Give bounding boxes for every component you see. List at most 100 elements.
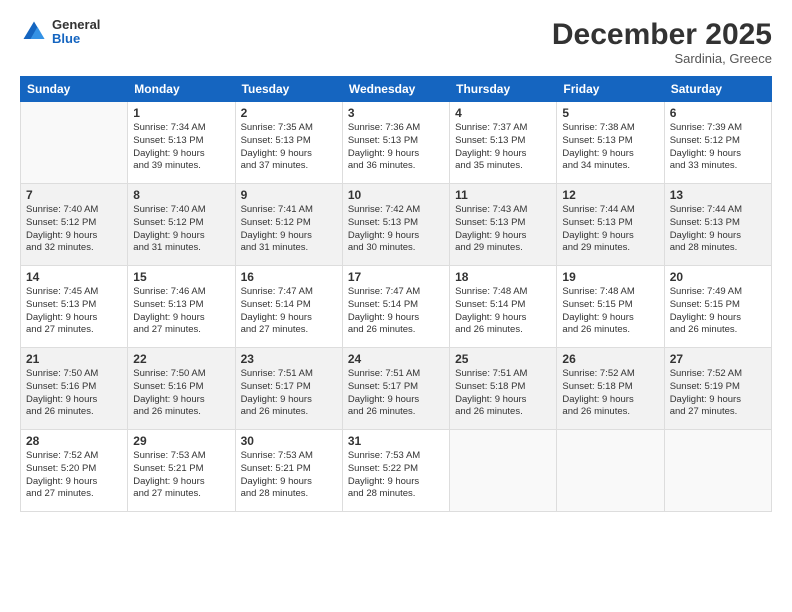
calendar-cell: 23 Sunrise: 7:51 AM Sunset: 5:17 PM Dayli… (235, 348, 342, 430)
day-info: Sunrise: 7:38 AM Sunset: 5:13 PM Dayligh… (562, 122, 658, 173)
day-number: 4 (455, 106, 551, 120)
calendar-week-5: 28 Sunrise: 7:52 AM Sunset: 5:20 PM Dayli… (21, 430, 772, 512)
day-info: Sunrise: 7:49 AM Sunset: 5:15 PM Dayligh… (670, 286, 766, 337)
day-info: Sunrise: 7:51 AM Sunset: 5:17 PM Dayligh… (348, 368, 444, 419)
calendar-cell (21, 102, 128, 184)
calendar-cell: 26 Sunrise: 7:52 AM Sunset: 5:18 PM Dayli… (557, 348, 664, 430)
calendar-cell: 5Sunrise: 7:38 AM Sunset: 5:13 PM Daylig… (557, 102, 664, 184)
column-header-thursday: Thursday (450, 77, 557, 102)
calendar-table: SundayMondayTuesdayWednesdayThursdayFrid… (20, 76, 772, 512)
calendar-cell: 25 Sunrise: 7:51 AM Sunset: 5:18 PM Dayli… (450, 348, 557, 430)
day-info: Sunrise: 7:36 AM Sunset: 5:13 PM Dayligh… (348, 122, 444, 173)
day-number: 18 (455, 270, 551, 284)
day-info: Sunrise: 7:53 AM Sunset: 5:21 PM Dayligh… (241, 450, 337, 501)
logo-blue-text: Blue (52, 32, 100, 46)
day-number: 10 (348, 188, 444, 202)
logo-text: General Blue (52, 18, 100, 47)
calendar-cell: 20 Sunrise: 7:49 AM Sunset: 5:15 PM Dayli… (664, 266, 771, 348)
day-number: 9 (241, 188, 337, 202)
column-header-wednesday: Wednesday (342, 77, 449, 102)
column-header-tuesday: Tuesday (235, 77, 342, 102)
day-number: 21 (26, 352, 122, 366)
day-number: 25 (455, 352, 551, 366)
month-title: December 2025 (552, 18, 772, 51)
location-subtitle: Sardinia, Greece (552, 51, 772, 66)
day-number: 28 (26, 434, 122, 448)
day-info: Sunrise: 7:50 AM Sunset: 5:16 PM Dayligh… (133, 368, 229, 419)
day-info: Sunrise: 7:52 AM Sunset: 5:18 PM Dayligh… (562, 368, 658, 419)
day-info: Sunrise: 7:40 AM Sunset: 5:12 PM Dayligh… (26, 204, 122, 255)
column-header-sunday: Sunday (21, 77, 128, 102)
day-number: 24 (348, 352, 444, 366)
calendar-cell: 13Sunrise: 7:44 AM Sunset: 5:13 PM Dayli… (664, 184, 771, 266)
day-info: Sunrise: 7:53 AM Sunset: 5:22 PM Dayligh… (348, 450, 444, 501)
day-number: 17 (348, 270, 444, 284)
day-number: 16 (241, 270, 337, 284)
day-info: Sunrise: 7:46 AM Sunset: 5:13 PM Dayligh… (133, 286, 229, 337)
day-number: 14 (26, 270, 122, 284)
calendar-cell: 29 Sunrise: 7:53 AM Sunset: 5:21 PM Dayli… (128, 430, 235, 512)
day-info: Sunrise: 7:37 AM Sunset: 5:13 PM Dayligh… (455, 122, 551, 173)
calendar-cell: 14Sunrise: 7:45 AM Sunset: 5:13 PM Dayli… (21, 266, 128, 348)
calendar-week-3: 14Sunrise: 7:45 AM Sunset: 5:13 PM Dayli… (21, 266, 772, 348)
calendar-cell: 18 Sunrise: 7:48 AM Sunset: 5:14 PM Dayli… (450, 266, 557, 348)
day-number: 26 (562, 352, 658, 366)
logo-icon (20, 18, 48, 46)
calendar-cell: 7 Sunrise: 7:40 AM Sunset: 5:12 PM Daylig… (21, 184, 128, 266)
day-number: 20 (670, 270, 766, 284)
day-info: Sunrise: 7:53 AM Sunset: 5:21 PM Dayligh… (133, 450, 229, 501)
day-number: 31 (348, 434, 444, 448)
calendar-week-4: 21 Sunrise: 7:50 AM Sunset: 5:16 PM Dayli… (21, 348, 772, 430)
calendar-cell: 28 Sunrise: 7:52 AM Sunset: 5:20 PM Dayli… (21, 430, 128, 512)
day-number: 30 (241, 434, 337, 448)
day-info: Sunrise: 7:52 AM Sunset: 5:20 PM Dayligh… (26, 450, 122, 501)
day-number: 27 (670, 352, 766, 366)
calendar-cell: 31 Sunrise: 7:53 AM Sunset: 5:22 PM Dayli… (342, 430, 449, 512)
calendar-cell: 16 Sunrise: 7:47 AM Sunset: 5:14 PM Dayli… (235, 266, 342, 348)
column-header-friday: Friday (557, 77, 664, 102)
calendar-cell: 11 Sunrise: 7:43 AM Sunset: 5:13 PM Dayli… (450, 184, 557, 266)
header: General Blue December 2025 Sardinia, Gre… (20, 18, 772, 66)
calendar-cell: 9Sunrise: 7:41 AM Sunset: 5:12 PM Daylig… (235, 184, 342, 266)
day-number: 7 (26, 188, 122, 202)
day-number: 15 (133, 270, 229, 284)
day-number: 29 (133, 434, 229, 448)
calendar-cell: 17 Sunrise: 7:47 AM Sunset: 5:14 PM Dayli… (342, 266, 449, 348)
calendar-week-2: 7 Sunrise: 7:40 AM Sunset: 5:12 PM Daylig… (21, 184, 772, 266)
day-info: Sunrise: 7:39 AM Sunset: 5:12 PM Dayligh… (670, 122, 766, 173)
calendar-cell: 15 Sunrise: 7:46 AM Sunset: 5:13 PM Dayli… (128, 266, 235, 348)
day-number: 13 (670, 188, 766, 202)
calendar-cell: 2Sunrise: 7:35 AM Sunset: 5:13 PM Daylig… (235, 102, 342, 184)
day-number: 23 (241, 352, 337, 366)
calendar-cell: 12Sunrise: 7:44 AM Sunset: 5:13 PM Dayli… (557, 184, 664, 266)
column-header-saturday: Saturday (664, 77, 771, 102)
day-info: Sunrise: 7:51 AM Sunset: 5:17 PM Dayligh… (241, 368, 337, 419)
calendar-cell (664, 430, 771, 512)
day-number: 11 (455, 188, 551, 202)
calendar-cell: 19Sunrise: 7:48 AM Sunset: 5:15 PM Dayli… (557, 266, 664, 348)
calendar-cell: 10Sunrise: 7:42 AM Sunset: 5:13 PM Dayli… (342, 184, 449, 266)
calendar-cell: 21 Sunrise: 7:50 AM Sunset: 5:16 PM Dayli… (21, 348, 128, 430)
day-info: Sunrise: 7:47 AM Sunset: 5:14 PM Dayligh… (348, 286, 444, 337)
calendar-cell: 6 Sunrise: 7:39 AM Sunset: 5:12 PM Daylig… (664, 102, 771, 184)
calendar-body: 1Sunrise: 7:34 AM Sunset: 5:13 PM Daylig… (21, 102, 772, 512)
day-number: 1 (133, 106, 229, 120)
calendar-cell: 22Sunrise: 7:50 AM Sunset: 5:16 PM Dayli… (128, 348, 235, 430)
day-info: Sunrise: 7:35 AM Sunset: 5:13 PM Dayligh… (241, 122, 337, 173)
logo: General Blue (20, 18, 100, 47)
day-info: Sunrise: 7:47 AM Sunset: 5:14 PM Dayligh… (241, 286, 337, 337)
day-info: Sunrise: 7:52 AM Sunset: 5:19 PM Dayligh… (670, 368, 766, 419)
title-section: December 2025 Sardinia, Greece (552, 18, 772, 66)
day-number: 6 (670, 106, 766, 120)
page: General Blue December 2025 Sardinia, Gre… (0, 0, 792, 612)
calendar-week-1: 1Sunrise: 7:34 AM Sunset: 5:13 PM Daylig… (21, 102, 772, 184)
day-info: Sunrise: 7:48 AM Sunset: 5:14 PM Dayligh… (455, 286, 551, 337)
day-info: Sunrise: 7:48 AM Sunset: 5:15 PM Dayligh… (562, 286, 658, 337)
day-info: Sunrise: 7:44 AM Sunset: 5:13 PM Dayligh… (562, 204, 658, 255)
day-info: Sunrise: 7:43 AM Sunset: 5:13 PM Dayligh… (455, 204, 551, 255)
day-info: Sunrise: 7:50 AM Sunset: 5:16 PM Dayligh… (26, 368, 122, 419)
column-header-monday: Monday (128, 77, 235, 102)
day-info: Sunrise: 7:51 AM Sunset: 5:18 PM Dayligh… (455, 368, 551, 419)
calendar-cell (450, 430, 557, 512)
day-number: 8 (133, 188, 229, 202)
